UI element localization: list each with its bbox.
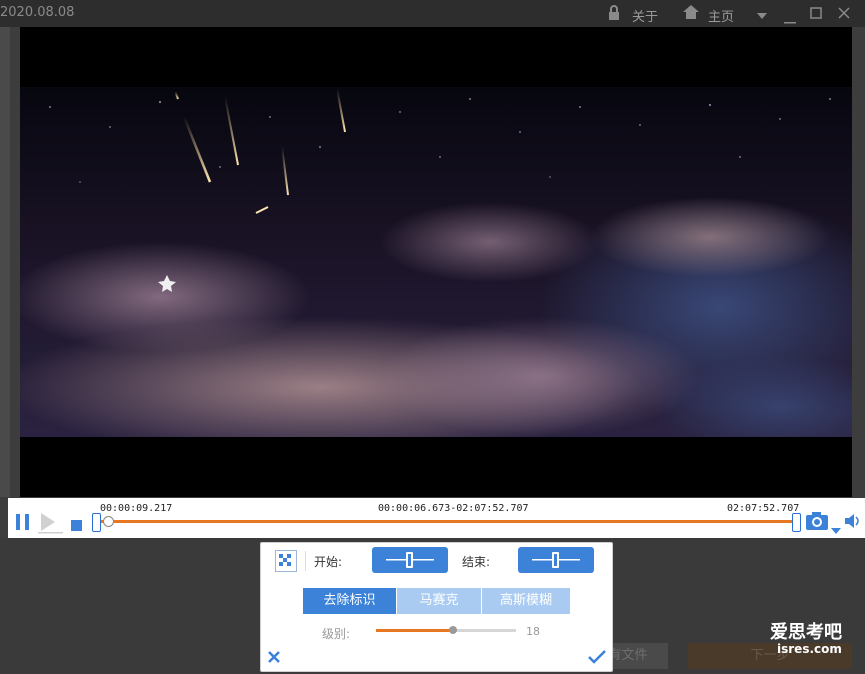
level-label: 级别:	[322, 627, 351, 641]
tab-gaussian-blur[interactable]: 高斯模糊	[482, 588, 570, 614]
site-watermark-url: isres.com	[777, 642, 842, 656]
timeline-track[interactable]	[100, 520, 800, 523]
selected-range: 00:00:06.673-02:07:52.707	[378, 503, 529, 514]
cancel-icon[interactable]	[267, 649, 281, 668]
marker-icon	[532, 552, 580, 568]
video-frame-night-sky	[20, 87, 852, 437]
pause-icon[interactable]	[14, 512, 32, 536]
level-value: 18	[526, 625, 540, 638]
title-bar: 2020.08.08 关于 主页	[0, 0, 865, 27]
window-title-date: 2020.08.08	[0, 5, 75, 20]
divider	[305, 551, 306, 571]
end-time: 02:07:52.707	[727, 503, 800, 514]
lock-icon	[607, 5, 621, 25]
stop-icon[interactable]	[71, 517, 83, 536]
close-icon[interactable]	[838, 7, 850, 23]
menu-arrow-icon[interactable]	[756, 9, 768, 24]
level-slider-knob[interactable]	[449, 626, 457, 634]
video-preview[interactable]	[20, 27, 852, 497]
select-region-icon[interactable]	[275, 550, 297, 576]
set-end-button[interactable]	[518, 547, 594, 573]
level-slider-fill	[376, 629, 453, 632]
start-label: 开始:	[314, 555, 343, 569]
play-icon[interactable]	[38, 511, 64, 539]
site-watermark-title: 爱思考吧	[770, 622, 842, 643]
range-end-handle[interactable]	[792, 513, 801, 532]
camera-icon[interactable]	[805, 511, 829, 535]
marker-icon	[386, 552, 434, 568]
home-icon[interactable]	[682, 4, 700, 24]
tab-remove-watermark[interactable]: 去除标识	[303, 588, 396, 614]
minimize-icon[interactable]	[784, 13, 796, 28]
range-start-handle[interactable]	[92, 513, 101, 532]
end-label: 结束:	[462, 555, 491, 569]
current-time: 00:00:09.217	[100, 503, 173, 514]
home-link[interactable]: 主页	[708, 6, 734, 25]
left-strip	[0, 27, 10, 497]
playhead[interactable]	[103, 516, 114, 527]
confirm-icon[interactable]	[588, 649, 606, 668]
watermark-removal-panel: 开始: 结束: 去除标识 马赛克 高斯模糊 级别: 18	[260, 542, 613, 672]
camera-dropdown-icon[interactable]	[831, 519, 841, 538]
set-start-button[interactable]	[372, 547, 448, 573]
maximize-icon[interactable]	[810, 7, 822, 23]
timeline-bar: 00:00:09.217 00:00:06.673-02:07:52.707 0…	[8, 498, 865, 538]
about-link[interactable]: 关于	[632, 6, 658, 25]
volume-icon[interactable]	[844, 513, 862, 533]
tab-mosaic[interactable]: 马赛克	[397, 588, 481, 614]
level-slider-track[interactable]	[376, 626, 516, 634]
